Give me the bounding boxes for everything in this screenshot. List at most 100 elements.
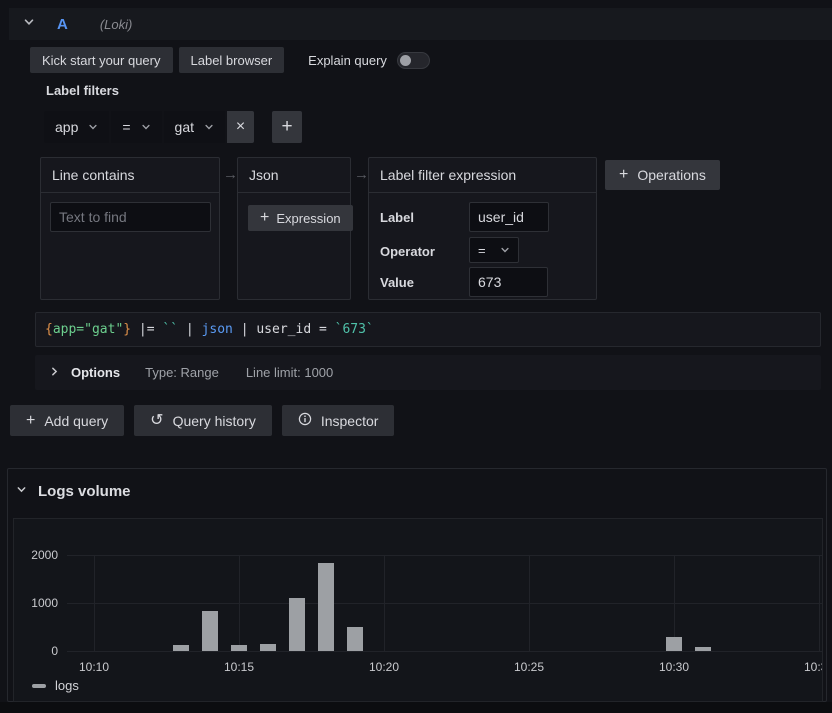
label-field-input[interactable] (469, 202, 549, 232)
x-axis-tick-label: 10:10 (72, 660, 116, 674)
x-axis-tick-label: 10:15 (217, 660, 261, 674)
legend-item-logs[interactable]: logs (32, 678, 79, 693)
legend-label: logs (55, 678, 79, 693)
query-ref-id: A (57, 16, 68, 33)
gridline-vertical (94, 555, 95, 652)
query-token: |= (131, 322, 162, 337)
grafana-explore-loki: { "query_header": { "ref_id": "A", "data… (0, 0, 832, 713)
label-filters-row: app = gat × + (44, 111, 302, 143)
logs-volume-bar (666, 637, 682, 651)
logs-volume-panel: Logs volume logs 0 1000 2000 10:10 10:15 10:2… (7, 468, 827, 702)
add-operations-button[interactable]: + Operations (605, 160, 720, 190)
query-token: `` (162, 322, 178, 337)
logs-volume-bar (260, 644, 276, 651)
info-circle-icon (298, 412, 312, 429)
explain-query-label: Explain query (308, 53, 387, 68)
label-browser-button[interactable]: Label browser (179, 47, 285, 73)
inspector-button[interactable]: Inspector (282, 405, 395, 436)
x-axis-tick-label: 10:20 (362, 660, 406, 674)
operation-title: Json (238, 158, 350, 193)
options-type-meta: Type: Range (145, 365, 219, 380)
pipeline-arrow-icon: → (223, 166, 238, 183)
operation-card-json: Json + Expression (237, 157, 351, 300)
y-axis-tick-label: 1000 (16, 596, 58, 610)
logs-volume-bar (231, 645, 247, 651)
history-icon: ↺ (150, 413, 163, 429)
x-axis-tick-label: 10:30 (652, 660, 696, 674)
label-filters-title: Label filters (46, 83, 119, 98)
gridline-vertical (384, 555, 385, 652)
options-label: Options (71, 365, 120, 380)
logs-volume-bar (347, 627, 363, 651)
options-row[interactable]: Options Type: Range Line limit: 1000 (35, 355, 821, 390)
filter-label-select[interactable]: app (44, 111, 109, 143)
logs-volume-bar (202, 611, 218, 651)
options-line-limit-meta: Line limit: 1000 (246, 365, 333, 380)
gridline-vertical (819, 555, 820, 652)
filter-operator-value: = (122, 119, 130, 135)
query-token: | user_id = (233, 322, 335, 337)
y-axis-tick-label: 2000 (16, 548, 58, 562)
logs-volume-bar (695, 647, 711, 651)
operation-card-line-contains: Line contains (40, 157, 220, 300)
gridline-vertical (239, 555, 240, 652)
logs-volume-chart: logs 0 1000 2000 10:10 10:15 10:20 10:25 10:30 1… (13, 518, 823, 702)
filter-value-value: gat (175, 119, 194, 135)
label-field-name: Label (380, 210, 414, 225)
explore-actions: + Add query ↺ Query history Inspector (10, 405, 394, 436)
query-token: app="gat" (53, 322, 123, 337)
logs-volume-title: Logs volume (38, 483, 131, 500)
query-history-button[interactable]: ↺ Query history (134, 405, 272, 436)
logs-volume-bar (289, 598, 305, 651)
chevron-down-icon (500, 245, 510, 255)
x-axis-tick-label: 10:35 (797, 660, 823, 674)
logs-volume-header[interactable]: Logs volume (16, 482, 131, 500)
line-contains-input[interactable] (50, 202, 211, 232)
plus-icon: + (281, 116, 292, 138)
filter-operator-select[interactable]: = (111, 111, 161, 143)
value-field-input[interactable] (469, 267, 548, 297)
value-field-name: Value (380, 275, 414, 290)
chevron-down-icon (141, 122, 151, 132)
operation-title: Line contains (41, 158, 219, 193)
query-row-header[interactable]: A (Loki) (9, 8, 832, 40)
chevron-right-icon (49, 364, 60, 382)
plus-icon: + (26, 412, 35, 430)
datasource-hint: (Loki) (100, 17, 133, 32)
plus-icon: + (260, 209, 269, 227)
gridline-horizontal (67, 603, 823, 604)
operator-field-name: Operator (380, 244, 435, 259)
query-toolbar: Kick start your query Label browser Expl… (30, 47, 430, 73)
chevron-down-icon (204, 122, 214, 132)
query-token: json (202, 322, 233, 337)
add-expression-button[interactable]: + Expression (248, 205, 353, 231)
query-token: | (178, 322, 201, 337)
operation-card-label-filter-expression: Label filter expression Label Operator =… (368, 157, 597, 300)
close-icon: × (236, 118, 245, 136)
add-filter-button[interactable]: + (272, 111, 302, 143)
kick-start-query-button[interactable]: Kick start your query (30, 47, 173, 73)
gridline-vertical (529, 555, 530, 652)
operator-select[interactable]: = (469, 237, 519, 263)
y-axis-tick-label: 0 (16, 644, 58, 658)
plus-icon: + (619, 166, 628, 184)
toggle-knob-icon (400, 55, 411, 66)
query-token: } (123, 322, 131, 337)
query-token: `673` (335, 322, 374, 337)
logs-volume-bar (318, 563, 334, 651)
page-bottom-gutter (0, 702, 832, 713)
query-preview: {app="gat"} |= `` | json | user_id = `67… (35, 312, 821, 347)
operation-title: Label filter expression (369, 158, 596, 193)
legend-swatch-icon (32, 684, 46, 688)
filter-value-select[interactable]: gat (164, 111, 225, 143)
remove-filter-button[interactable]: × (227, 111, 254, 143)
x-axis-tick-label: 10:25 (507, 660, 551, 674)
gridline-horizontal (67, 651, 823, 652)
chevron-down-icon[interactable] (23, 15, 35, 33)
gridline-horizontal (67, 555, 823, 556)
chevron-down-icon[interactable] (16, 482, 27, 500)
explain-query-toggle[interactable] (397, 52, 430, 69)
query-token: { (45, 322, 53, 337)
add-query-button[interactable]: + Add query (10, 405, 124, 436)
filter-label-value: app (55, 119, 78, 135)
